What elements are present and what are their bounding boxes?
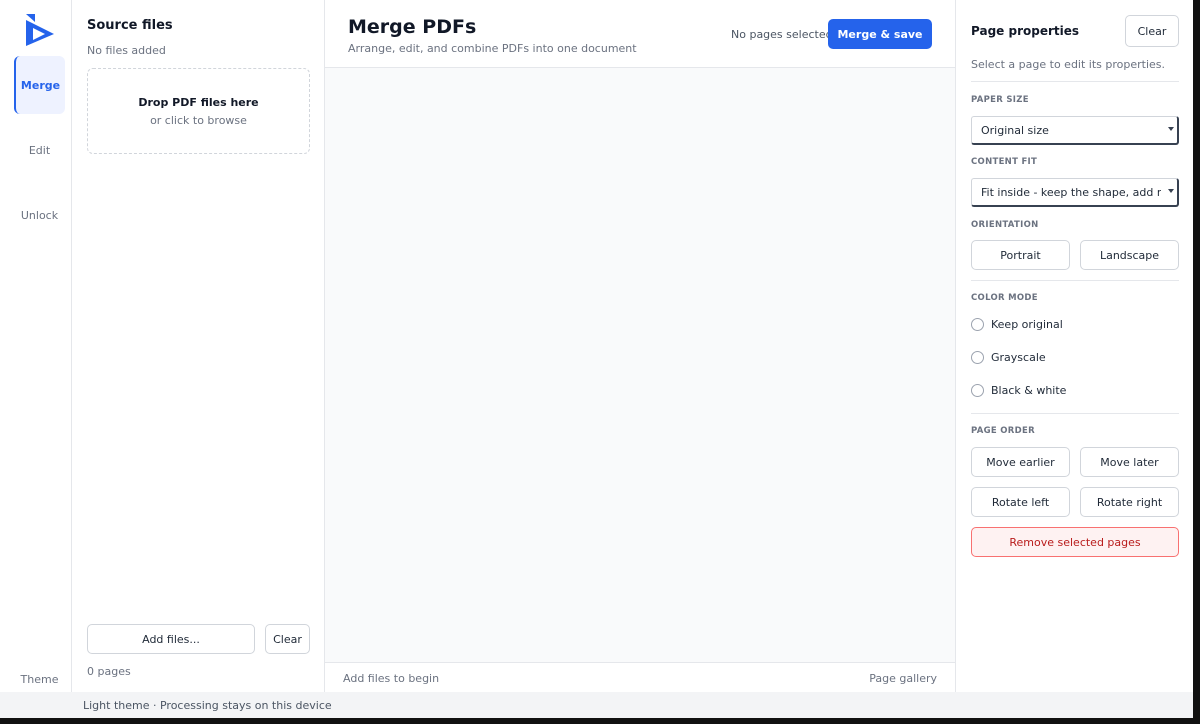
footer-gallery-label: Page gallery xyxy=(869,672,937,685)
chevron-down-icon xyxy=(1168,127,1174,131)
properties-hint: Select a page to edit its properties. xyxy=(971,58,1166,71)
status-text: Light theme · Processing stays on this d… xyxy=(83,699,332,712)
main-area: Merge PDFs Arrange, edit, and combine PD… xyxy=(325,0,955,692)
move-later-button[interactable]: Move later xyxy=(1080,447,1179,477)
paper-size-value: Original size xyxy=(981,123,1049,137)
nav-item-label: Merge xyxy=(20,78,61,92)
page-gallery-area[interactable] xyxy=(325,68,955,662)
radio-button[interactable] xyxy=(971,318,984,331)
clear-files-button[interactable]: Clear xyxy=(265,624,310,654)
nav-item-unlock[interactable]: Unlock xyxy=(14,186,65,244)
source-subtitle: No files added xyxy=(87,44,166,57)
source-files-panel: Source files No files added Drop PDF fil… xyxy=(72,0,325,692)
page-title: Merge PDFs xyxy=(348,16,477,38)
radio-label: Keep original xyxy=(991,318,1063,331)
chevron-down-icon xyxy=(1168,189,1174,193)
color-mode-black-white[interactable]: Black & white xyxy=(971,384,1066,397)
paper-size-label: PAPER SIZE xyxy=(971,95,1029,105)
page-order-label: PAGE ORDER xyxy=(971,426,1035,436)
nav-item-merge[interactable]: Merge xyxy=(14,56,65,114)
move-earlier-button[interactable]: Move earlier xyxy=(971,447,1070,477)
page-properties-panel: Page properties Clear Select a page to e… xyxy=(955,0,1193,692)
nav-item-label: Unlock xyxy=(20,208,59,222)
theme-label: Theme xyxy=(20,672,59,686)
nav-rail: Merge Edit Unlock Theme xyxy=(0,0,72,692)
merge-save-button[interactable]: Merge & save xyxy=(828,19,932,49)
landscape-button[interactable]: Landscape xyxy=(1080,240,1179,270)
drop-zone-hint: or click to browse xyxy=(150,113,247,127)
nav-item-label: Edit xyxy=(28,143,51,157)
window-frame xyxy=(0,718,1200,724)
theme-toggle[interactable]: Theme xyxy=(14,650,65,708)
window-frame xyxy=(1193,0,1200,724)
footer-status: Add files to begin xyxy=(343,672,440,685)
source-title: Source files xyxy=(87,18,173,33)
content-fit-label: CONTENT FIT xyxy=(971,157,1038,167)
properties-title: Page properties xyxy=(971,24,1080,38)
radio-label: Black & white xyxy=(991,384,1067,397)
divider xyxy=(971,280,1179,281)
paper-size-select[interactable]: Original size xyxy=(971,116,1179,145)
status-bar: Light theme · Processing stays on this d… xyxy=(72,692,1193,718)
nav-item-edit[interactable]: Edit xyxy=(14,121,65,179)
divider xyxy=(971,81,1179,82)
selection-status: No pages selected xyxy=(731,28,833,41)
page-count: 0 pages xyxy=(87,665,131,678)
content-fit-select[interactable]: Fit inside - keep the shape, add margins xyxy=(971,178,1179,207)
radio-label: Grayscale xyxy=(991,351,1046,364)
main-header: Merge PDFs Arrange, edit, and combine PD… xyxy=(325,0,955,68)
drop-zone[interactable]: Drop PDF files here or click to browse xyxy=(87,68,310,154)
content-fit-value: Fit inside - keep the shape, add margins xyxy=(981,185,1161,199)
app-logo-icon xyxy=(26,14,54,46)
add-files-button[interactable]: Add files... xyxy=(87,624,255,654)
divider xyxy=(971,413,1179,414)
page-subtitle: Arrange, edit, and combine PDFs into one… xyxy=(348,42,637,55)
color-mode-label: COLOR MODE xyxy=(971,293,1038,303)
drop-zone-title: Drop PDF files here xyxy=(138,95,259,109)
radio-button[interactable] xyxy=(971,384,984,397)
rotate-left-button[interactable]: Rotate left xyxy=(971,487,1070,517)
main-footer: Add files to begin Page gallery xyxy=(325,662,955,692)
color-mode-grayscale[interactable]: Grayscale xyxy=(971,351,1046,364)
radio-button[interactable] xyxy=(971,351,984,364)
orientation-label: ORIENTATION xyxy=(971,220,1039,230)
remove-selected-pages-button[interactable]: Remove selected pages xyxy=(971,527,1179,557)
rotate-right-button[interactable]: Rotate right xyxy=(1080,487,1179,517)
portrait-button[interactable]: Portrait xyxy=(971,240,1070,270)
properties-clear-button[interactable]: Clear xyxy=(1125,15,1179,47)
app-window: Merge Edit Unlock Theme Source files No … xyxy=(0,0,1200,724)
color-mode-keep-original[interactable]: Keep original xyxy=(971,318,1063,331)
